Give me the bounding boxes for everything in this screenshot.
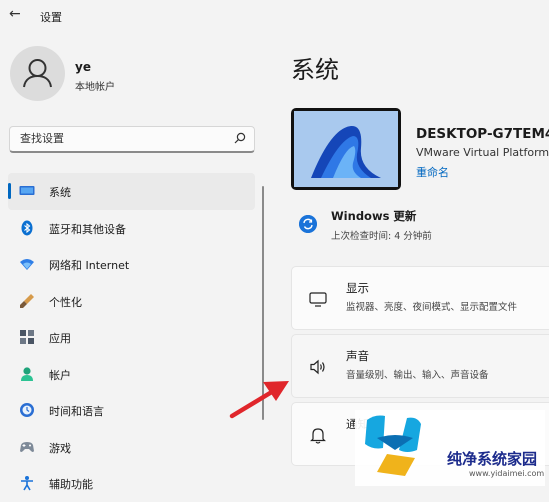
globe-clock-icon <box>20 403 34 417</box>
sidebar-item-label: 应用 <box>49 332 71 345</box>
card-title: 显示 <box>346 281 369 295</box>
card-subtitle: 监视器、亮度、夜间模式、显示配置文件 <box>346 302 518 313</box>
window-title: 设置 <box>40 11 62 24</box>
person-icon <box>23 59 52 88</box>
sidebar-item-label: 系统 <box>49 186 71 199</box>
sidebar-scrollbar[interactable] <box>262 186 264 420</box>
account-type: 本地帐户 <box>75 82 115 93</box>
wifi-icon <box>20 259 34 270</box>
card-title: 声音 <box>346 349 369 363</box>
sidebar-nav: 系统 蓝牙和其他设备 网络和 Internet 个性化 应用 帐户 时间和语言 … <box>8 173 255 502</box>
back-arrow-icon[interactable]: ← <box>9 6 21 22</box>
sidebar-item-time-language[interactable]: 时间和语言 <box>8 392 255 429</box>
sidebar-item-accessibility[interactable]: 辅助功能 <box>8 465 255 502</box>
speaker-icon <box>310 359 325 375</box>
sidebar-item-bluetooth[interactable]: 蓝牙和其他设备 <box>8 210 255 247</box>
sidebar-item-label: 网络和 Internet <box>49 259 130 272</box>
settings-card-display[interactable]: 显示 监视器、亮度、夜间模式、显示配置文件 <box>291 266 549 330</box>
search-icon[interactable] <box>234 132 246 144</box>
display-icon <box>309 292 327 307</box>
sidebar-item-label: 游戏 <box>49 441 71 455</box>
device-name: DESKTOP-G7TEM4 <box>416 126 549 142</box>
person-icon <box>21 366 33 381</box>
page-title: 系统 <box>291 56 339 84</box>
sidebar-item-label: 辅助功能 <box>49 478 93 491</box>
gamepad-icon <box>20 441 34 452</box>
sidebar-item-system[interactable]: 系统 <box>8 173 255 210</box>
windows-bloom-wallpaper-image <box>294 111 398 187</box>
device-wallpaper-thumbnail <box>291 108 401 190</box>
device-model: VMware Virtual Platform <box>416 146 549 159</box>
update-subtitle: 上次检查时间: 4 分钟前 <box>331 231 432 242</box>
bluetooth-icon <box>21 220 33 235</box>
accessibility-icon <box>21 476 33 491</box>
sidebar-item-label: 蓝牙和其他设备 <box>49 222 126 236</box>
sidebar-item-label: 时间和语言 <box>49 405 104 418</box>
sidebar-item-accounts[interactable]: 帐户 <box>8 356 255 393</box>
sidebar-item-label: 帐户 <box>49 368 71 382</box>
search-box[interactable] <box>9 126 255 153</box>
avatar <box>10 46 65 101</box>
apps-icon <box>20 330 34 344</box>
title-bar: ← 设置 <box>0 0 549 34</box>
user-name: ye <box>75 60 91 74</box>
monitor-icon <box>19 186 35 195</box>
card-subtitle: 音量级别、输出、输入、声音设备 <box>346 370 489 381</box>
sidebar-item-label: 个性化 <box>49 295 82 309</box>
active-indicator <box>8 183 11 199</box>
refresh-icon <box>299 215 317 233</box>
windows-update-status[interactable]: Windows 更新 上次检查时间: 4 分钟前 <box>296 206 546 246</box>
user-profile[interactable]: ye 本地帐户 <box>10 46 260 104</box>
search-input[interactable] <box>18 131 222 146</box>
watermark-url: www.yidaimei.com <box>469 469 545 478</box>
brush-icon <box>20 293 34 308</box>
bell-icon <box>310 428 326 444</box>
settings-card-sound[interactable]: 声音 音量级别、输出、输入、声音设备 <box>291 334 549 398</box>
rename-link[interactable]: 重命名 <box>416 164 449 180</box>
sidebar-item-network[interactable]: 网络和 Internet <box>8 246 255 283</box>
update-title: Windows 更新 <box>331 209 417 223</box>
sidebar-item-personalization[interactable]: 个性化 <box>8 283 255 320</box>
sidebar-item-gaming[interactable]: 游戏 <box>8 429 255 466</box>
watermark-text: 纯净系统家园 <box>447 450 538 468</box>
sidebar-item-apps[interactable]: 应用 <box>8 319 255 356</box>
